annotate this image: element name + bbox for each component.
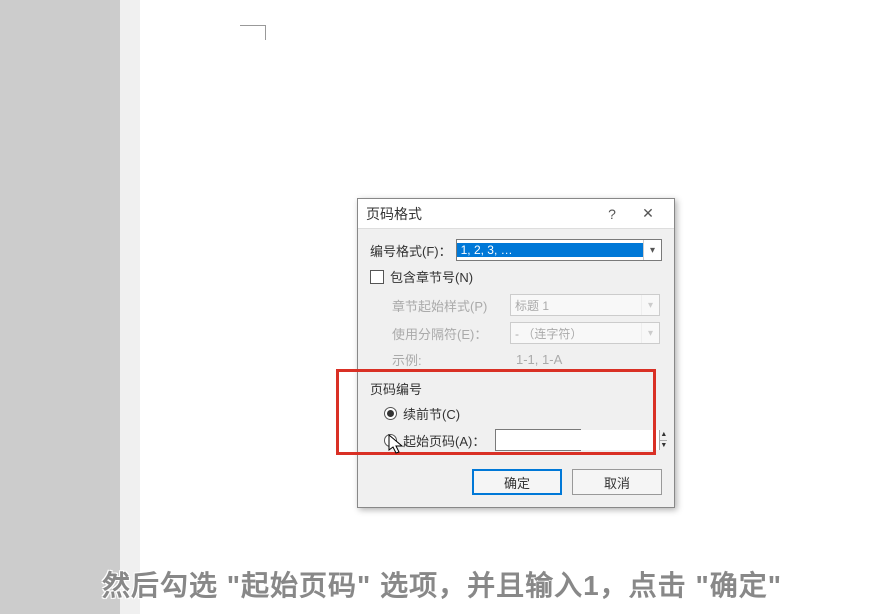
dialog-buttons: 确定 取消	[370, 469, 662, 495]
continue-row: 续前节(C)	[370, 404, 662, 423]
chapter-start-row: 章节起始样式(P) 标题 1 ▾	[370, 294, 662, 316]
page-corner-mark	[240, 10, 270, 40]
chapter-start-combo: 标题 1 ▾	[510, 294, 660, 316]
dialog-body: 编号格式(F)： 1, 2, 3, … ▾ 包含章节号(N) 章节起始样式(P)…	[358, 229, 674, 507]
chevron-down-icon[interactable]: ▾	[643, 240, 661, 260]
number-format-row: 编号格式(F)： 1, 2, 3, … ▾	[370, 239, 662, 261]
dialog-title: 页码格式	[366, 204, 594, 224]
ok-button[interactable]: 确定	[472, 469, 562, 495]
separator-combo: - （连字符） ▾	[510, 322, 660, 344]
dialog-titlebar: 页码格式 ? ✕	[358, 199, 674, 229]
chevron-down-icon: ▾	[641, 323, 659, 343]
separator-row: 使用分隔符(E)： - （连字符） ▾	[370, 322, 662, 344]
continue-label: 续前节(C)	[403, 404, 460, 423]
example-label: 示例:	[392, 350, 510, 369]
spin-arrows: ▲ ▼	[659, 430, 667, 450]
start-at-row: 起始页码(A)： ▲ ▼	[370, 429, 662, 451]
page-number-format-dialog: 页码格式 ? ✕ 编号格式(F)： 1, 2, 3, … ▾ 包含章节号(N) …	[357, 198, 675, 508]
chapter-start-value: 标题 1	[511, 297, 641, 314]
cancel-button[interactable]: 取消	[572, 469, 662, 495]
number-format-combo[interactable]: 1, 2, 3, … ▾	[456, 239, 662, 261]
include-chapter-checkbox[interactable]	[370, 270, 384, 284]
left-ruler-panel	[0, 0, 120, 614]
continue-radio[interactable]	[384, 407, 397, 420]
start-at-radio[interactable]	[384, 434, 397, 447]
page-number-group-label: 页码编号	[370, 379, 662, 398]
help-button[interactable]: ?	[594, 200, 630, 228]
chapter-start-label: 章节起始样式(P)	[392, 296, 510, 315]
close-button[interactable]: ✕	[630, 200, 666, 228]
number-format-label: 编号格式(F)：	[370, 241, 452, 260]
chevron-down-icon: ▾	[641, 295, 659, 315]
include-chapter-row: 包含章节号(N)	[370, 267, 662, 286]
separator-value: - （连字符）	[511, 325, 641, 342]
include-chapter-label: 包含章节号(N)	[390, 267, 473, 286]
spin-up-icon[interactable]: ▲	[660, 430, 667, 441]
start-at-input[interactable]	[496, 430, 659, 450]
start-at-spinbox[interactable]: ▲ ▼	[495, 429, 581, 451]
start-at-label: 起始页码(A)：	[403, 431, 485, 450]
separator-label: 使用分隔符(E)：	[392, 324, 510, 343]
example-value: 1-1, 1-A	[516, 352, 562, 367]
number-format-value: 1, 2, 3, …	[457, 243, 643, 257]
subtitle-text: 然后勾选 "起始页码" 选项，并且输入1，点击 "确定"	[0, 564, 884, 604]
example-row: 示例: 1-1, 1-A	[370, 350, 662, 369]
spin-down-icon[interactable]: ▼	[660, 441, 667, 451]
